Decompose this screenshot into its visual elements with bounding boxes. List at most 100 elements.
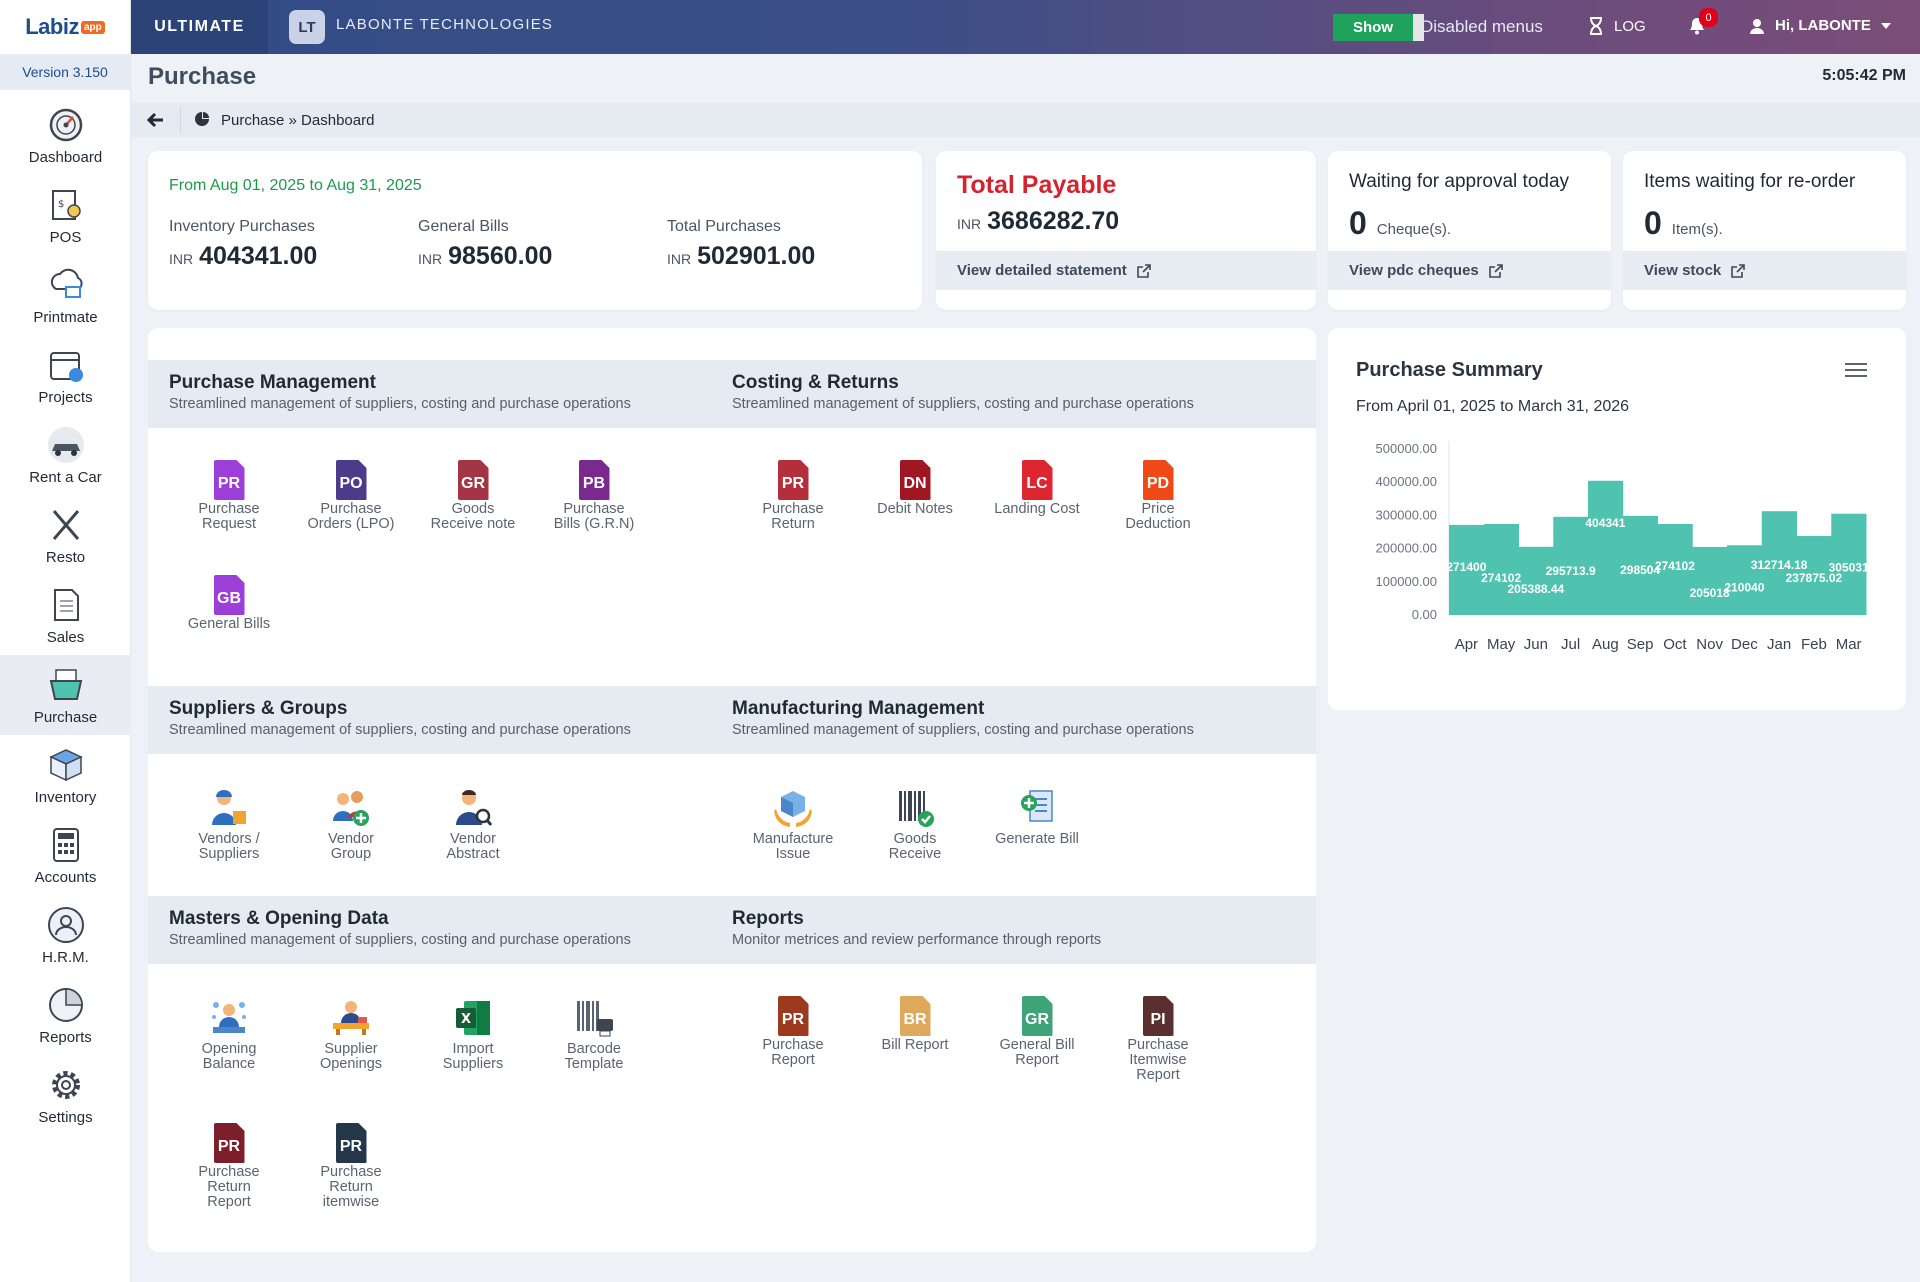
- currency: INR: [169, 251, 194, 267]
- vendor-abstract-icon: [451, 786, 495, 830]
- sidebar-item-pos[interactable]: $ POS: [0, 175, 131, 255]
- sidebar-item-label: Projects: [38, 389, 93, 406]
- breadcrumb: Purchase » Dashboard: [131, 103, 1920, 137]
- sidebar-item-resto[interactable]: Resto: [0, 495, 131, 575]
- sidebar-item-sales[interactable]: Sales: [0, 575, 131, 655]
- log-button[interactable]: LOG: [1588, 17, 1646, 35]
- show-button[interactable]: Show: [1333, 14, 1413, 41]
- tile-purchase-return[interactable]: PR Purchase Return: [732, 460, 854, 532]
- tile-purchase-bills[interactable]: PB Purchase Bills (G.R.N): [533, 460, 655, 532]
- tile-label-line: Vendor: [450, 831, 496, 847]
- tile-label-line: Return: [771, 516, 815, 532]
- data-label: 274102: [1655, 559, 1695, 573]
- x-tick-label: Dec: [1731, 636, 1758, 653]
- tile-import-suppliers[interactable]: X Import Suppliers: [412, 996, 534, 1072]
- x-tick-label: Apr: [1455, 636, 1478, 653]
- view-pdc-cheques-link[interactable]: View pdc cheques: [1328, 251, 1611, 290]
- tile-bill-report[interactable]: BR Bill Report: [854, 996, 976, 1053]
- section-title-costing-returns: Costing & Returns: [732, 372, 899, 393]
- app-logo[interactable]: Labiz app: [0, 0, 130, 54]
- tile-goods-receive[interactable]: Goods Receive: [854, 786, 976, 862]
- tile-vendor-abstract[interactable]: Vendor Abstract: [412, 786, 534, 862]
- document-br-icon: BR: [899, 996, 931, 1036]
- topbar: ULTIMATE LT LABONTE TECHNOLOGIES Show Di…: [131, 0, 1920, 54]
- x-tick-label: Jul: [1561, 636, 1580, 653]
- tile-opening-balance[interactable]: Opening Balance: [168, 996, 290, 1072]
- sidebar-item-printmate[interactable]: Printmate: [0, 255, 131, 335]
- stat-value: 502901.00: [697, 242, 816, 270]
- purchase-summary-chart: 500000.00 400000.00 300000.00 200000.00 1000…: [1376, 441, 1869, 653]
- tile-label-line: Purchase: [198, 501, 260, 517]
- sidebar-item-dashboard[interactable]: Dashboard: [0, 95, 131, 175]
- tile-purchase-orders[interactable]: PO Purchase Orders (LPO): [290, 460, 412, 532]
- tile-vendor-group[interactable]: Vendor Group: [290, 786, 412, 862]
- sidebar-item-inventory[interactable]: Inventory: [0, 735, 131, 815]
- tile-label-line: Suppliers: [442, 1056, 504, 1072]
- stat-value: 98560.00: [448, 242, 553, 270]
- tile-label-line: Abstract: [446, 846, 500, 862]
- x-tick-label: Mar: [1836, 636, 1862, 653]
- tile-purchase-request[interactable]: PR Purchase Request: [168, 460, 290, 532]
- sidebar-item-accounts[interactable]: Accounts: [0, 815, 131, 895]
- reports-icon: [48, 988, 83, 1022]
- tile-label-line: Vendor: [328, 831, 374, 847]
- vendor-group-icon: [329, 786, 373, 830]
- sidebar-item-reports[interactable]: Reports: [0, 975, 131, 1055]
- tile-label-line: Bills (G.R.N): [553, 516, 635, 532]
- tile-manufacture-issue[interactable]: Manufacture Issue: [732, 786, 854, 862]
- tile-debit-notes[interactable]: DN Debit Notes: [854, 460, 976, 517]
- caret-down-icon: [1880, 22, 1891, 29]
- tile-general-bill-report[interactable]: GR General Bill Report: [976, 996, 1098, 1068]
- hrm-icon: [47, 907, 84, 943]
- tile-label-line: Bill Report: [881, 1037, 949, 1053]
- currency: INR: [957, 216, 982, 232]
- divider: [180, 107, 181, 133]
- generate-bill-icon: [1015, 786, 1059, 830]
- view-stock-link[interactable]: View stock: [1623, 251, 1906, 290]
- approval-count: 0: [1349, 205, 1367, 241]
- tile-label-line: General Bills: [187, 616, 271, 632]
- tile-purchase-return-report[interactable]: PR Purchase Return Report: [168, 1123, 290, 1210]
- tile-label-line: Import: [452, 1041, 494, 1057]
- view-statement-link[interactable]: View detailed statement: [936, 251, 1316, 290]
- sidebar-item-label: Resto: [45, 549, 86, 566]
- tile-goods-receive-note[interactable]: GR Goods Receive note: [412, 460, 534, 532]
- sidebar-item-hrm[interactable]: H.R.M.: [0, 895, 131, 975]
- approval-card: Waiting for approval today 0 Cheque(s). …: [1328, 151, 1611, 310]
- x-tick-label: Jan: [1767, 636, 1791, 653]
- reorder-title: Items waiting for re-order: [1644, 171, 1856, 192]
- document-pr-icon: PR: [777, 460, 809, 500]
- hamburger-menu-icon[interactable]: [1845, 362, 1867, 378]
- tile-supplier-openings[interactable]: Supplier Openings: [290, 996, 412, 1072]
- sidebar-item-settings[interactable]: Settings: [0, 1055, 131, 1135]
- tile-label-line: Purchase: [563, 501, 625, 517]
- tile-label-line: Report: [771, 1052, 815, 1068]
- breadcrumb-text[interactable]: Purchase » Dashboard: [221, 112, 374, 129]
- tile-barcode-template[interactable]: Barcode Template: [533, 996, 655, 1072]
- tile-generate-bill[interactable]: Generate Bill: [976, 786, 1098, 847]
- approval-title: Waiting for approval today: [1349, 171, 1570, 192]
- sidebar-item-label: Dashboard: [28, 149, 103, 166]
- sidebar-item-rent-a-car[interactable]: Rent a Car: [0, 415, 131, 495]
- company-avatar[interactable]: LT: [289, 10, 325, 44]
- back-arrow-icon[interactable]: [147, 111, 165, 129]
- show-disabled-toggle[interactable]: Show: [1333, 14, 1424, 41]
- tile-purchase-report[interactable]: PR Purchase Report: [732, 996, 854, 1068]
- company-name[interactable]: LABONTE TECHNOLOGIES: [336, 16, 553, 33]
- data-label: 295713.9: [1546, 564, 1596, 578]
- reorder-count: 0: [1644, 205, 1662, 241]
- tile-vendors-suppliers[interactable]: Vendors / Suppliers: [168, 786, 290, 862]
- sidebar-item-projects[interactable]: Projects: [0, 335, 131, 415]
- tile-general-bills[interactable]: GB General Bills: [168, 575, 290, 632]
- link-label: View stock: [1644, 262, 1722, 279]
- currency: INR: [418, 251, 443, 267]
- summary-date-range: From April 01, 2025 to March 31, 2026: [1356, 398, 1630, 415]
- tile-purchase-return-itemwise[interactable]: PR Purchase Return itemwise: [290, 1123, 412, 1210]
- tile-landing-cost[interactable]: LC Landing Cost: [976, 460, 1098, 517]
- sidebar-item-purchase[interactable]: Purchase: [0, 655, 131, 735]
- document-pr-icon: PR: [213, 460, 245, 500]
- user-menu[interactable]: Hi, LABONTE: [1749, 17, 1891, 34]
- tile-label-line: Return: [207, 1179, 251, 1195]
- tile-purchase-itemwise-report[interactable]: PI Purchase Itemwise Report: [1097, 996, 1219, 1083]
- tile-price-deduction[interactable]: PD Price Deduction: [1097, 460, 1219, 532]
